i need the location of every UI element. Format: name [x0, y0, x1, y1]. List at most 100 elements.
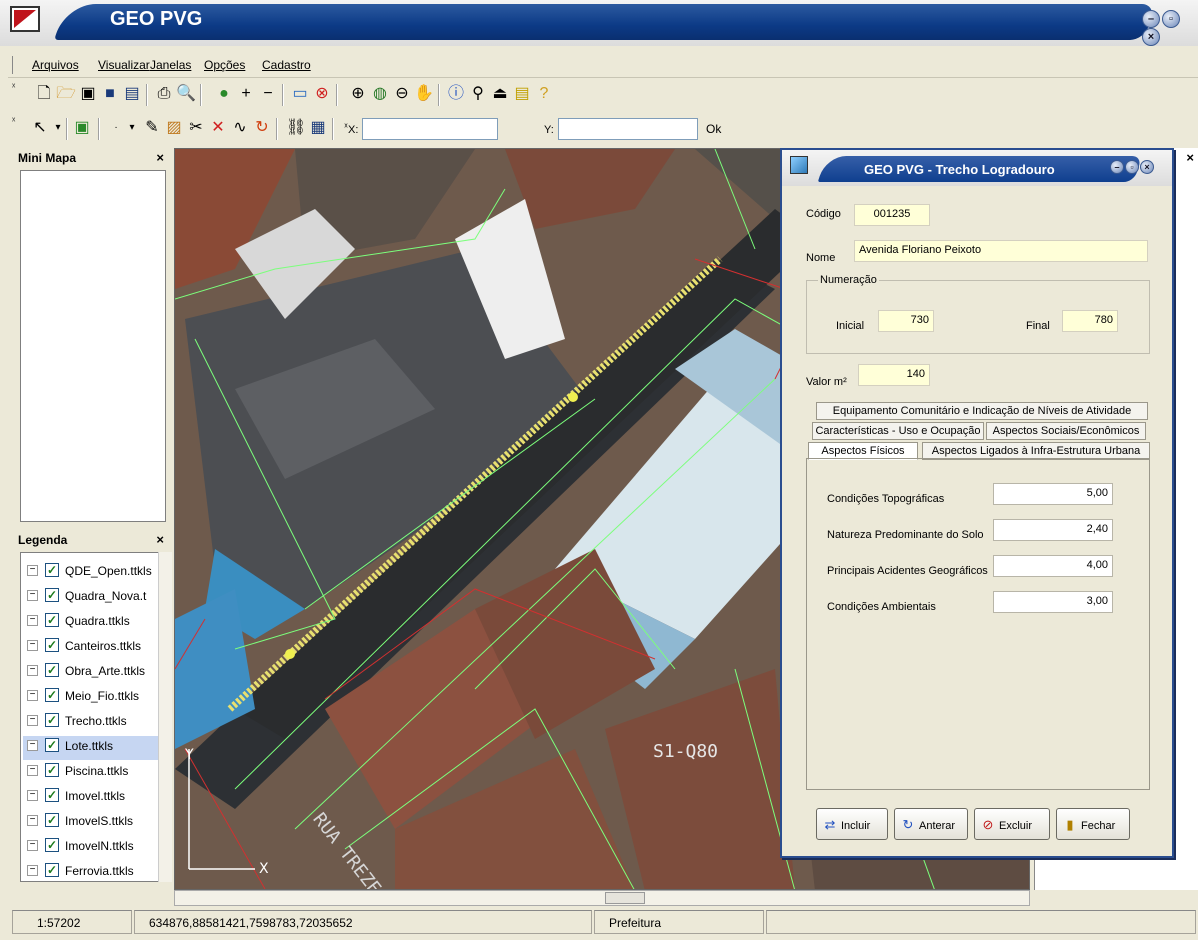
- help-icon[interactable]: ?: [534, 84, 554, 104]
- layer-checkbox[interactable]: ✓: [45, 788, 59, 802]
- fechar-button[interactable]: ▮ Fechar: [1056, 808, 1130, 840]
- collapse-icon[interactable]: −: [27, 765, 38, 776]
- acidentes-geograficos-field[interactable]: 4,00: [993, 555, 1113, 577]
- pencil-icon[interactable]: ✎: [142, 118, 162, 138]
- layer-checkbox[interactable]: ✓: [45, 763, 59, 777]
- layer-checkbox[interactable]: ✓: [45, 588, 59, 602]
- maximize-icon[interactable]: ▫: [1125, 160, 1139, 174]
- collapse-icon[interactable]: −: [27, 640, 38, 651]
- layer-checkbox[interactable]: ✓: [45, 838, 59, 852]
- layer-checkbox[interactable]: ✓: [45, 563, 59, 577]
- legend-item[interactable]: − ✓ Trecho.ttkls: [23, 711, 165, 735]
- layer-checkbox[interactable]: ✓: [45, 738, 59, 752]
- close-icon[interactable]: ×: [1142, 28, 1160, 46]
- legend-item[interactable]: − ✓ Piscina.ttkls: [23, 761, 165, 785]
- ok-button[interactable]: Ok: [706, 122, 721, 136]
- codigo-field[interactable]: 001235: [854, 204, 930, 226]
- legend-item[interactable]: − ✓ ImovelS.ttkls: [23, 811, 165, 835]
- info-icon[interactable]: ⓘ: [446, 84, 466, 104]
- open-folder-icon[interactable]: 🗁: [56, 84, 76, 104]
- hatch-icon[interactable]: ▨: [164, 118, 184, 138]
- collapse-icon[interactable]: −: [27, 790, 38, 801]
- collapse-icon[interactable]: −: [27, 665, 38, 676]
- layer-checkbox[interactable]: ✓: [45, 863, 59, 877]
- legend-scrollbar[interactable]: [158, 552, 172, 882]
- new-file-icon[interactable]: 🗋: [34, 84, 54, 104]
- condicoes-topograficas-field[interactable]: 5,00: [993, 483, 1113, 505]
- save-icon[interactable]: ■: [100, 84, 120, 104]
- layer-checkbox[interactable]: ✓: [45, 613, 59, 627]
- natureza-solo-field[interactable]: 2,40: [993, 519, 1113, 541]
- minimize-icon[interactable]: –: [1142, 10, 1160, 28]
- layer-checkbox[interactable]: ✓: [45, 688, 59, 702]
- remove-layer-icon[interactable]: −: [258, 84, 278, 104]
- condicoes-ambientais-field[interactable]: 3,00: [993, 591, 1113, 613]
- delete-x-icon[interactable]: ✕: [208, 118, 228, 138]
- maximize-icon[interactable]: ▫: [1162, 10, 1180, 28]
- add-layer-icon[interactable]: +: [236, 84, 256, 104]
- properties-icon[interactable]: ▦: [308, 118, 328, 138]
- legend-item[interactable]: − ✓ Canteiros.ttkls: [23, 636, 165, 660]
- collapse-icon[interactable]: −: [27, 740, 38, 751]
- collapse-icon[interactable]: −: [27, 690, 38, 701]
- print-preview-icon[interactable]: 🔍: [176, 84, 196, 104]
- measure-icon[interactable]: ⏏: [490, 84, 510, 104]
- mini-map-canvas[interactable]: [20, 170, 166, 522]
- excluir-button[interactable]: ⊘ Excluir: [974, 808, 1050, 840]
- close-icon[interactable]: ×: [156, 150, 164, 165]
- layer-checkbox[interactable]: ✓: [45, 713, 59, 727]
- menu-arquivos[interactable]: Arquivos: [32, 58, 79, 72]
- legend-item-selected[interactable]: − ✓ Lote.ttkls: [23, 736, 165, 760]
- legend-item[interactable]: − ✓ Quadra.ttkls: [23, 611, 165, 635]
- legend-item[interactable]: − ✓ Quadra_Nova.t: [23, 586, 165, 610]
- link-icon[interactable]: ⛓: [286, 118, 306, 138]
- tab-equipamento-comunitario[interactable]: Equipamento Comunitário e Indicação de N…: [816, 402, 1148, 420]
- tab-aspectos-sociais[interactable]: Aspectos Sociais/Econômicos: [986, 422, 1146, 440]
- edit-layer-icon[interactable]: ▭: [290, 84, 310, 104]
- chevron-down-icon[interactable]: ▾: [122, 118, 142, 138]
- zoom-out-icon[interactable]: ⊖: [392, 84, 412, 104]
- layer-checkbox[interactable]: ✓: [45, 663, 59, 677]
- close-icon[interactable]: ×: [156, 532, 164, 547]
- menu-visualizar[interactable]: Visualizar: [98, 58, 150, 72]
- final-field[interactable]: 780: [1062, 310, 1118, 332]
- cancel-icon[interactable]: ⊗: [312, 84, 332, 104]
- menu-cadastro[interactable]: Cadastro: [262, 58, 311, 72]
- binoculars-icon[interactable]: ⚲: [468, 84, 488, 104]
- x-coord-input[interactable]: [362, 118, 498, 140]
- collapse-icon[interactable]: −: [27, 840, 38, 851]
- close-icon[interactable]: ×: [1186, 150, 1194, 165]
- menu-opcoes[interactable]: Opções: [204, 58, 245, 72]
- layer-checkbox[interactable]: ✓: [45, 813, 59, 827]
- incluir-button[interactable]: ⇄ Incluir: [816, 808, 888, 840]
- anterar-button[interactable]: ↻ Anterar: [894, 808, 968, 840]
- collapse-icon[interactable]: −: [27, 865, 38, 876]
- rotate-icon[interactable]: ↻: [252, 118, 272, 138]
- legend-item[interactable]: − ✓ ImovelN.ttkls: [23, 836, 165, 860]
- globe-icon[interactable]: ◍: [370, 84, 390, 104]
- close-icon[interactable]: ×: [1140, 160, 1154, 174]
- layer-checkbox[interactable]: ✓: [45, 638, 59, 652]
- minimize-icon[interactable]: –: [1110, 160, 1124, 174]
- map-horizontal-scrollbar[interactable]: [174, 890, 1030, 906]
- collapse-icon[interactable]: −: [27, 615, 38, 626]
- save-as-icon[interactable]: ▤: [122, 84, 142, 104]
- scroll-thumb[interactable]: [605, 892, 645, 904]
- scissors-icon[interactable]: ✂: [186, 118, 206, 138]
- pan-hand-icon[interactable]: ✋: [414, 84, 434, 104]
- table-icon[interactable]: ▤: [512, 84, 532, 104]
- open-multiple-icon[interactable]: ▣: [78, 84, 98, 104]
- collapse-icon[interactable]: −: [27, 815, 38, 826]
- y-coord-input[interactable]: [558, 118, 698, 140]
- print-icon[interactable]: ⎙: [154, 84, 174, 104]
- legend-item[interactable]: − ✓ Obra_Arte.ttkls: [23, 661, 165, 685]
- zoom-in-icon[interactable]: ⊕: [348, 84, 368, 104]
- select-arrow-icon[interactable]: ↖: [30, 118, 50, 138]
- legend-item[interactable]: − ✓ Ferrovia.ttkls: [23, 861, 165, 881]
- collapse-icon[interactable]: −: [27, 565, 38, 576]
- layer-icon[interactable]: ●: [214, 84, 234, 104]
- legend-item[interactable]: − ✓ Imovel.ttkls: [23, 786, 165, 810]
- legend-item[interactable]: − ✓ Meio_Fio.ttkls: [23, 686, 165, 710]
- menu-janelas[interactable]: Janelas: [150, 58, 191, 72]
- legend-item[interactable]: − ✓ QDE_Open.ttkls: [23, 561, 165, 585]
